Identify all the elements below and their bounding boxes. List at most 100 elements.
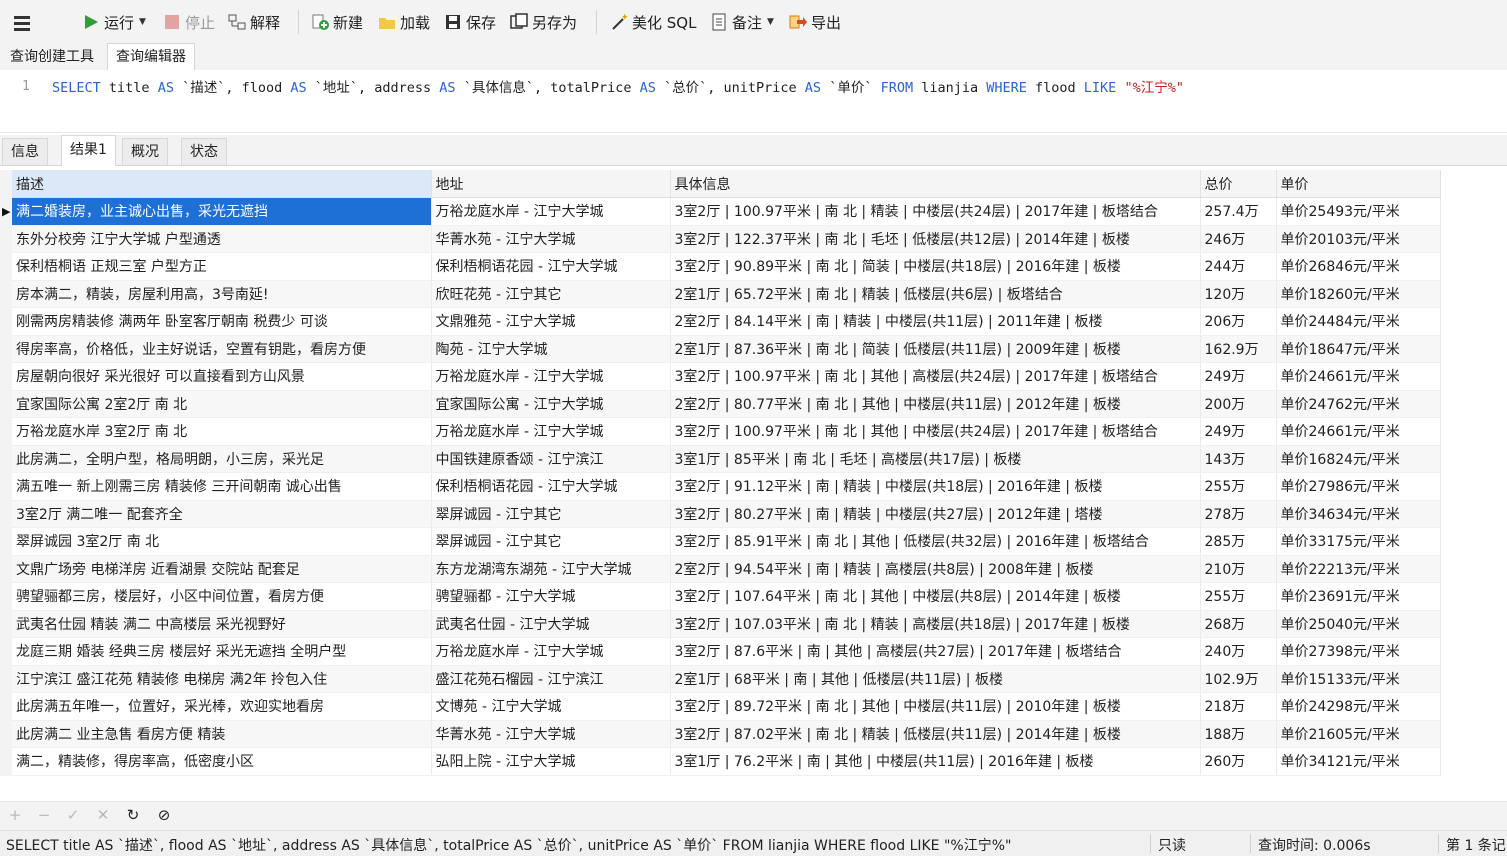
cell-address[interactable]: 保利梧桐语花园 - 江宁大学城 — [431, 472, 671, 501]
cell-address[interactable]: 万裕龙庭水岸 - 江宁大学城 — [431, 417, 671, 446]
cell-description[interactable]: 此房满五年唯一，位置好，采光棒，欢迎实地看房 — [12, 692, 432, 721]
cell-total-price[interactable]: 278万 — [1200, 500, 1277, 528]
cell-address[interactable]: 万裕龙庭水岸 - 江宁大学城 — [431, 362, 671, 391]
table-row[interactable]: 骋望骊都三房，楼层好，小区中间位置，看房方便 骋望骊都 - 江宁大学城 3室2厅 |… — [12, 582, 1441, 611]
cell-description[interactable]: 保利梧桐语 正规三室 户型方正 — [12, 252, 432, 281]
table-row[interactable]: 东外分校旁 江宁大学城 户型通透 华菁水苑 - 江宁大学城 3室2厅 | 122.3… — [12, 225, 1441, 253]
chevron-down-icon[interactable]: ▼ — [767, 17, 774, 27]
cell-address[interactable]: 中国铁建原香颂 - 江宁滨江 — [431, 445, 671, 473]
cell-description[interactable]: 武夷名仕园 精装 满二 中高楼层 采光视野好 — [12, 610, 432, 638]
tab-info[interactable]: 信息 — [2, 138, 48, 165]
note-button[interactable]: 备注 ▼ — [710, 10, 774, 34]
table-row[interactable]: 此房满五年唯一，位置好，采光棒，欢迎实地看房 文博苑 - 江宁大学城 3室2厅 | … — [12, 692, 1441, 721]
refresh-icon[interactable]: ↻ — [124, 806, 142, 824]
explain-button[interactable]: 解释 — [228, 10, 280, 34]
cell-unit-price[interactable]: 单价24661元/平米 — [1276, 362, 1441, 391]
cell-address[interactable]: 骋望骊都 - 江宁大学城 — [431, 582, 671, 611]
column-header-details[interactable]: 具体信息 — [670, 170, 1201, 198]
cell-details[interactable]: 2室2厅 | 94.54平米 | 南 | 精装 | 高楼层(共8层) | 200… — [670, 555, 1201, 583]
cell-unit-price[interactable]: 单价25493元/平米 — [1276, 197, 1441, 226]
cell-details[interactable]: 3室2厅 | 100.97平米 | 南 北 | 精装 | 中楼层(共24层) |… — [670, 197, 1201, 226]
cell-unit-price[interactable]: 单价15133元/平米 — [1276, 665, 1441, 693]
table-row[interactable]: 满五唯一 新上刚需三房 精装修 三开间朝南 诚心出售 保利梧桐语花园 - 江宁大学… — [12, 472, 1441, 501]
cell-description[interactable]: 江宁滨江 盛江花苑 精装修 电梯房 满2年 拎包入住 — [12, 665, 432, 693]
cell-details[interactable]: 2室2厅 | 84.14平米 | 南 | 精装 | 中楼层(共11层) | 20… — [670, 307, 1201, 336]
run-button[interactable]: 运行 ▼ — [82, 10, 146, 34]
cell-details[interactable]: 3室1厅 | 85平米 | 南 北 | 毛坯 | 高楼层(共17层) | 板楼 — [670, 445, 1201, 473]
apply-check-icon[interactable]: ✓ — [64, 806, 82, 824]
new-button[interactable]: 新建 — [311, 10, 363, 34]
cell-total-price[interactable]: 188万 — [1200, 720, 1277, 748]
sql-editor[interactable]: 1 SELECT title AS `描述`, flood AS `地址`, a… — [0, 70, 1507, 133]
cell-total-price[interactable]: 285万 — [1200, 527, 1277, 556]
cell-details[interactable]: 3室2厅 | 87.02平米 | 南 北 | 精装 | 低楼层(共11层) | … — [670, 720, 1201, 748]
cell-unit-price[interactable]: 单价20103元/平米 — [1276, 225, 1441, 253]
cell-unit-price[interactable]: 单价22213元/平米 — [1276, 555, 1441, 583]
cell-total-price[interactable]: 255万 — [1200, 582, 1277, 611]
cell-unit-price[interactable]: 单价27986元/平米 — [1276, 472, 1441, 501]
cell-total-price[interactable]: 249万 — [1200, 417, 1277, 446]
cell-details[interactable]: 3室2厅 | 85.91平米 | 南 北 | 其他 | 低楼层(共32层) | … — [670, 527, 1201, 556]
cell-total-price[interactable]: 210万 — [1200, 555, 1277, 583]
cell-unit-price[interactable]: 单价26846元/平米 — [1276, 252, 1441, 281]
cell-address[interactable]: 东方龙湖湾东湖苑 - 江宁大学城 — [431, 555, 671, 583]
cell-address[interactable]: 翠屏诚园 - 江宁其它 — [431, 500, 671, 528]
stop-query-icon[interactable]: ⊘ — [155, 806, 173, 824]
cell-details[interactable]: 3室2厅 | 100.97平米 | 南 北 | 其他 | 高楼层(共24层) |… — [670, 362, 1201, 391]
cell-description[interactable]: 刚需两房精装修 满两年 卧室客厅朝南 税费少 可谈 — [12, 307, 432, 336]
cell-description[interactable]: 翠屏诚园 3室2厅 南 北 — [12, 527, 432, 556]
cell-total-price[interactable]: 206万 — [1200, 307, 1277, 336]
cell-details[interactable]: 2室1厅 | 87.36平米 | 南 北 | 简装 | 低楼层(共11层) | … — [670, 335, 1201, 363]
table-row[interactable]: 文鼎广场旁 电梯洋房 近看湖景 交院站 配套足 东方龙湖湾东湖苑 - 江宁大学城 2… — [12, 555, 1441, 583]
save-as-button[interactable]: 另存为 — [510, 10, 577, 34]
cell-unit-price[interactable]: 单价34634元/平米 — [1276, 500, 1441, 528]
result-grid[interactable]: ▶ 描述 地址 具体信息 总价 单价 满二婚装房，业主诚心出售，采光无遮挡 万裕龙… — [0, 170, 1507, 800]
cell-address[interactable]: 陶苑 - 江宁大学城 — [431, 335, 671, 363]
table-row[interactable]: 3室2厅 满二唯一 配套齐全 翠屏诚园 - 江宁其它 3室2厅 | 80.27平米 … — [12, 500, 1441, 528]
cell-address[interactable]: 万裕龙庭水岸 - 江宁大学城 — [431, 637, 671, 666]
tab-query-builder[interactable]: 查询创建工具 — [2, 44, 102, 70]
cell-total-price[interactable]: 240万 — [1200, 637, 1277, 666]
table-row[interactable]: 房屋朝向很好 采光很好 可以直接看到方山风景 万裕龙庭水岸 - 江宁大学城 3室2厅… — [12, 362, 1441, 391]
cell-details[interactable]: 3室2厅 | 90.89平米 | 南 北 | 简装 | 中楼层(共18层) | … — [670, 252, 1201, 281]
cell-description[interactable]: 此房满二，全明户型，格局明朗，小三房，采光足 — [12, 445, 432, 473]
cell-total-price[interactable]: 143万 — [1200, 445, 1277, 473]
cell-unit-price[interactable]: 单价18647元/平米 — [1276, 335, 1441, 363]
tab-status[interactable]: 状态 — [181, 138, 227, 165]
cell-description[interactable]: 龙庭三期 婚装 经典三房 楼层好 采光无遮挡 全明户型 — [12, 637, 432, 666]
table-row[interactable]: 翠屏诚园 3室2厅 南 北翠屏诚园 - 江宁其它 3室2厅 | 85.91平米 |… — [12, 527, 1441, 556]
cell-description[interactable]: 得房率高，价格低，业主好说话，空置有钥匙，看房方便 — [12, 335, 432, 363]
table-row[interactable]: 满二，精装修，得房率高，低密度小区 弘阳上院 - 江宁大学城 3室1厅 | 76.2… — [12, 747, 1441, 776]
menu-button[interactable] — [12, 11, 34, 35]
cell-address[interactable]: 翠屏诚园 - 江宁其它 — [431, 527, 671, 556]
delete-row-icon[interactable]: − — [35, 806, 53, 824]
cell-details[interactable]: 3室2厅 | 87.6平米 | 南 | 其他 | 高楼层(共27层) | 201… — [670, 637, 1201, 666]
table-row[interactable]: 武夷名仕园 精装 满二 中高楼层 采光视野好 武夷名仕园 - 江宁大学城 3室2厅 … — [12, 610, 1441, 638]
cell-unit-price[interactable]: 单价21605元/平米 — [1276, 720, 1441, 748]
table-row[interactable]: 得房率高，价格低，业主好说话，空置有钥匙，看房方便 陶苑 - 江宁大学城 2室1厅 … — [12, 335, 1441, 363]
cell-address[interactable]: 武夷名仕园 - 江宁大学城 — [431, 610, 671, 638]
cell-total-price[interactable]: 246万 — [1200, 225, 1277, 253]
cell-total-price[interactable]: 102.9万 — [1200, 665, 1277, 693]
cell-description[interactable]: 满五唯一 新上刚需三房 精装修 三开间朝南 诚心出售 — [12, 472, 432, 501]
table-row[interactable]: 刚需两房精装修 满两年 卧室客厅朝南 税费少 可谈 文鼎雅苑 - 江宁大学城 2室2… — [12, 307, 1441, 336]
column-header-description[interactable]: 描述 — [12, 170, 432, 198]
cell-address[interactable]: 文博苑 - 江宁大学城 — [431, 692, 671, 721]
cell-details[interactable]: 2室1厅 | 65.72平米 | 南 北 | 精装 | 低楼层(共6层) | 板… — [670, 280, 1201, 308]
cell-total-price[interactable]: 120万 — [1200, 280, 1277, 308]
cell-details[interactable]: 3室2厅 | 89.72平米 | 南 北 | 其他 | 中楼层(共11层) | … — [670, 692, 1201, 721]
cell-address[interactable]: 弘阳上院 - 江宁大学城 — [431, 747, 671, 776]
table-row[interactable]: 龙庭三期 婚装 经典三房 楼层好 采光无遮挡 全明户型 万裕龙庭水岸 - 江宁大学… — [12, 637, 1441, 666]
table-row[interactable]: 满二婚装房，业主诚心出售，采光无遮挡 万裕龙庭水岸 - 江宁大学城 3室2厅 | 1… — [12, 197, 1441, 226]
cell-description[interactable]: 此房满二 业主急售 看房方便 精装 — [12, 720, 432, 748]
cell-total-price[interactable]: 268万 — [1200, 610, 1277, 638]
column-header-address[interactable]: 地址 — [431, 170, 671, 198]
save-button[interactable]: 保存 — [444, 10, 496, 34]
sql-code-line[interactable]: SELECT title AS `描述`, flood AS `地址`, add… — [52, 76, 1184, 96]
cell-description[interactable]: 3室2厅 满二唯一 配套齐全 — [12, 500, 432, 528]
cell-details[interactable]: 3室2厅 | 80.27平米 | 南 | 精装 | 中楼层(共27层) | 20… — [670, 500, 1201, 528]
beautify-sql-button[interactable]: ✦ 美化 SQL — [610, 10, 696, 34]
export-button[interactable]: 导出 — [789, 10, 841, 34]
cell-unit-price[interactable]: 单价18260元/平米 — [1276, 280, 1441, 308]
cell-description[interactable]: 宜家国际公寓 2室2厅 南 北 — [12, 390, 432, 418]
